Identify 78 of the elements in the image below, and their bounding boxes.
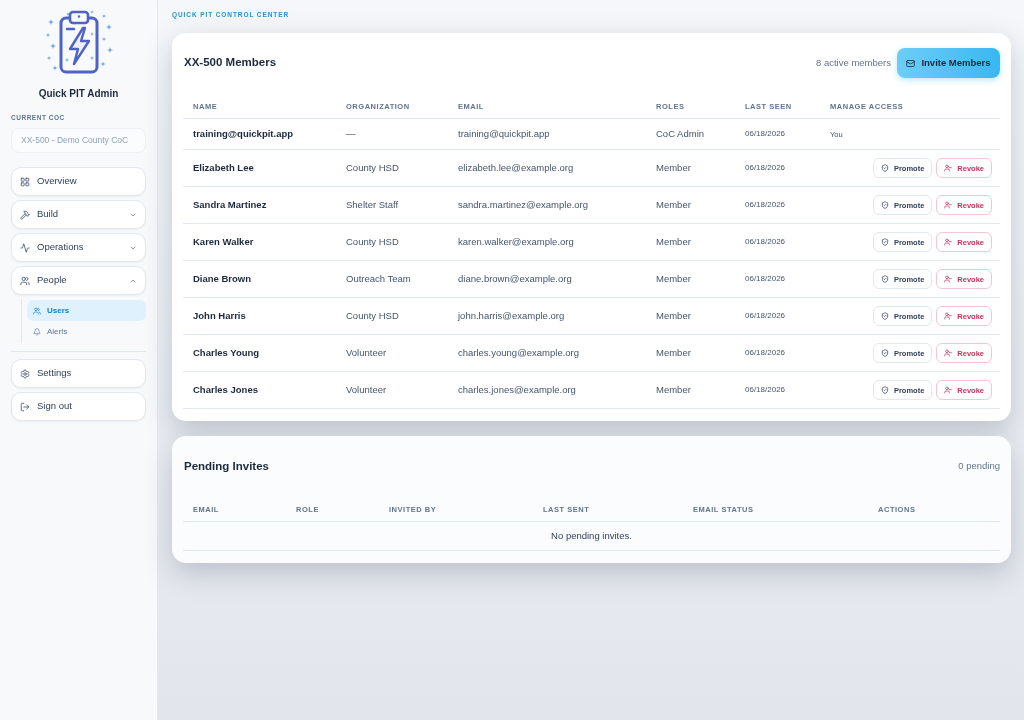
- mail-icon: [906, 58, 916, 68]
- table-cell-text: karen.walker@example.org: [457, 235, 575, 250]
- table-cell-text: 06/18/2026: [744, 162, 787, 175]
- pulse-icon: [20, 242, 30, 253]
- users-icon: [33, 306, 41, 315]
- table-cell-text: County HSD: [345, 161, 400, 176]
- table-cell-text: Outreach Team: [345, 272, 412, 287]
- hammer-icon: [20, 209, 30, 220]
- table-cell-text: Diane Brown: [192, 272, 253, 287]
- user-minus-icon: [944, 238, 953, 247]
- table-cell-text: Shelter Staff: [345, 198, 400, 213]
- card-title: XX-500 Members: [183, 55, 277, 71]
- table-cell-text: 06/18/2026: [744, 236, 787, 249]
- user-minus-icon: [944, 164, 953, 173]
- table-cell-text: 06/18/2026: [744, 347, 787, 360]
- user-minus-icon: [944, 386, 953, 395]
- table-cell-text: Volunteer: [345, 383, 388, 398]
- invite-members-button[interactable]: Invite Members: [897, 48, 1000, 78]
- table-cell-text: training@quickpit.app: [457, 127, 551, 141]
- table-cell-text: diane.brown@example.org: [457, 272, 573, 287]
- table-cell-text: Member: [655, 346, 692, 361]
- table-cell-text: john.harris@example.org: [456, 309, 566, 324]
- shield-icon: [880, 201, 889, 210]
- nav-subitem[interactable]: Alerts: [27, 321, 146, 342]
- grid-icon: [20, 176, 30, 187]
- table-cell-text: Member: [655, 383, 692, 398]
- nav-subitem[interactable]: Users: [27, 300, 146, 321]
- table-cell-text: Elizabeth Lee: [192, 161, 255, 176]
- nav-item[interactable]: Overview: [11, 167, 146, 196]
- nav-item[interactable]: Build: [11, 200, 146, 229]
- user-minus-icon: [944, 312, 953, 321]
- users-icon: [20, 275, 30, 286]
- table-cell-text: Member: [655, 161, 692, 176]
- user-minus-icon: [944, 349, 953, 358]
- nav-item[interactable]: People: [11, 266, 146, 295]
- nav-item[interactable]: Sign out: [11, 392, 146, 421]
- shield-icon: [880, 386, 889, 395]
- table-cell-text: Volunteer: [345, 346, 388, 361]
- table-cell-text: charles.young@example.org: [457, 346, 581, 361]
- table-cell-text: Karen Walker: [192, 235, 255, 250]
- settings-icon: [20, 368, 30, 379]
- table-cell-text: 06/18/2026: [744, 384, 787, 397]
- shield-icon: [880, 312, 889, 321]
- table-cell-text: Charles Young: [192, 346, 261, 361]
- table-cell-text: Charles Jones: [192, 383, 259, 398]
- table-cell-text: John Harris: [192, 309, 247, 324]
- table-cell-text: Sandra Martinez: [192, 198, 268, 213]
- shield-icon: [880, 164, 889, 173]
- table-cell-text: elizabeth.lee@example.org: [457, 161, 575, 176]
- user-minus-icon: [944, 201, 953, 210]
- table-cell-text: 06/18/2026: [744, 310, 787, 323]
- user-minus-icon: [944, 275, 953, 284]
- table-cell-text: CoC Admin: [655, 127, 706, 141]
- table-cell-text: charles.jones@example.org: [457, 383, 577, 398]
- table-cell-text: 06/18/2026: [744, 128, 787, 141]
- table-cell-text: sandra.martinez@example.org: [457, 198, 590, 213]
- table-cell-text: County HSD: [345, 235, 400, 250]
- table-cell-text: Member: [655, 309, 692, 324]
- bell-icon: [33, 327, 41, 336]
- empty-state-text: No pending invites.: [551, 529, 632, 544]
- table-cell-text: Member: [655, 235, 692, 250]
- member-count: 8 active members: [816, 55, 891, 70]
- shield-icon: [880, 349, 889, 358]
- card-title: Pending Invites: [183, 458, 269, 474]
- table-cell-text: training@quickpit.app: [192, 127, 295, 141]
- pending-count: 0 pending: [958, 459, 1000, 474]
- table-cell-text: County HSD: [345, 309, 400, 324]
- table-cell-text: Member: [655, 272, 692, 287]
- nav-item[interactable]: Settings: [11, 359, 146, 388]
- logout-icon: [20, 401, 30, 412]
- table-cell-text: 06/18/2026: [744, 199, 787, 212]
- shield-icon: [880, 275, 889, 284]
- table-cell-text: 06/18/2026: [744, 273, 787, 286]
- nav-item[interactable]: Operations: [11, 233, 146, 262]
- table-cell-text: —: [345, 127, 357, 141]
- table-cell-text: Member: [655, 198, 692, 213]
- app-title: Quick PIT Admin: [37, 87, 120, 100]
- shield-icon: [880, 238, 889, 247]
